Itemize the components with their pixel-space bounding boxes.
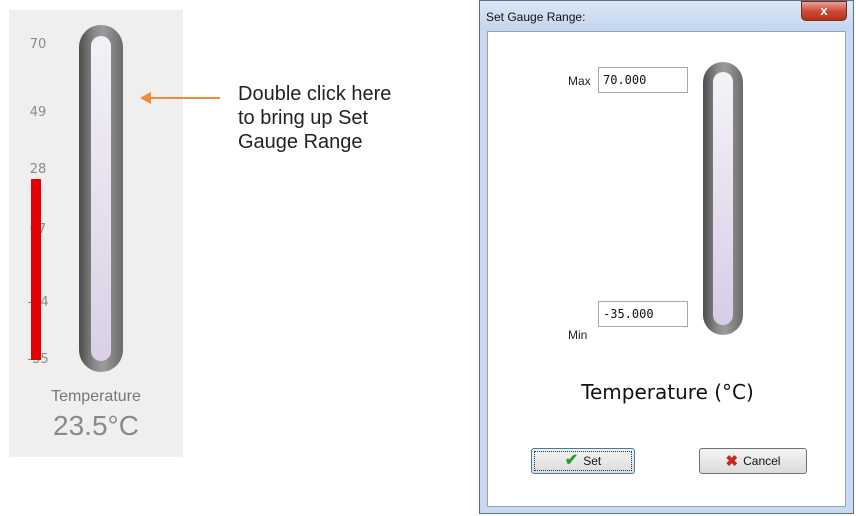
close-icon: x xyxy=(820,3,828,18)
checkmark-icon: ✔ xyxy=(564,452,579,469)
set-button-label: Set xyxy=(583,454,602,468)
min-input[interactable] xyxy=(598,301,688,327)
dialog-titlebar[interactable]: Set Gauge Range: x xyxy=(480,1,853,31)
arrow-line xyxy=(150,97,220,99)
dialog-body: Max Min Temperature (°C) ✔ Set ✖ Cancel xyxy=(487,31,846,507)
max-label: Max xyxy=(568,74,591,88)
gauge-tick: 49 xyxy=(29,105,47,120)
min-label: Min xyxy=(568,328,588,342)
gauge-tick: 70 xyxy=(29,37,47,52)
dialog-title: Set Gauge Range: xyxy=(486,10,586,24)
instruction-line: to bring up Set xyxy=(238,107,369,129)
cancel-button-label: Cancel xyxy=(743,454,781,468)
gauge-fluid-bar xyxy=(31,179,41,360)
gauge-tube[interactable] xyxy=(79,25,123,372)
dialog-gauge-name: Temperature (°C) xyxy=(581,380,754,404)
instruction-line: Gauge Range xyxy=(238,131,363,153)
set-button[interactable]: ✔ Set xyxy=(531,448,635,474)
cancel-button[interactable]: ✖ Cancel xyxy=(699,448,807,474)
set-gauge-range-dialog: Set Gauge Range: x Max Min Temperature (… xyxy=(479,0,854,514)
gauge-panel[interactable]: 70 49 28 07 -14 -35 Temperature 23.5°C xyxy=(9,10,183,457)
gauge-value: 23.5°C xyxy=(53,410,139,441)
max-input[interactable] xyxy=(598,67,688,93)
gauge-tick: 28 xyxy=(29,162,47,177)
gauge-track xyxy=(91,36,111,361)
arrow-head-icon xyxy=(140,92,151,104)
cross-icon: ✖ xyxy=(725,452,739,470)
gauge-label: Temperature xyxy=(51,388,141,405)
instruction-text: Double click here to bring up Set Gauge … xyxy=(238,82,448,154)
dialog-gauge-track xyxy=(713,72,733,325)
close-button[interactable]: x xyxy=(801,1,847,21)
instruction-line: Double click here xyxy=(238,83,392,105)
dialog-gauge-tube xyxy=(703,62,743,335)
